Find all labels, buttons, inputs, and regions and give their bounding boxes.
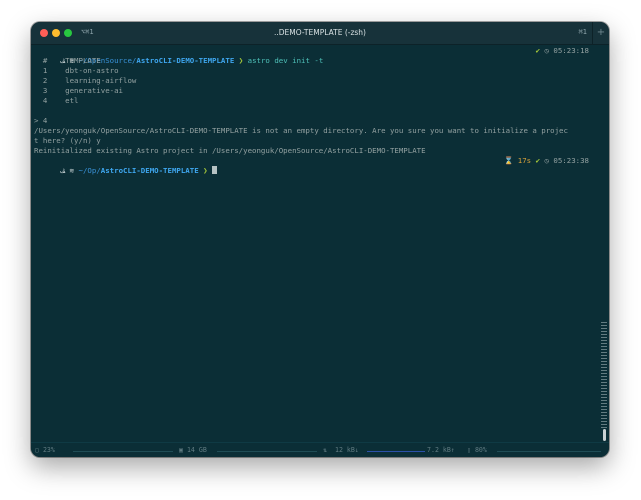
battery-bar: [497, 451, 601, 452]
cpu-bar: [73, 451, 173, 452]
new-tab-button[interactable]: +: [592, 22, 609, 44]
question-line-2: t here? (y/n) y: [34, 136, 101, 145]
network-out: 7.2 kB↑: [427, 446, 455, 454]
template-row: 4 etl: [34, 96, 79, 105]
title-bar: ⌥⌘1 ..DEMO-TEMPLATE (-zsh) ⌘1 +: [31, 22, 609, 45]
duration-icon: ⌛ 17s: [504, 156, 532, 165]
prompt-line-2: ﭫ ≋ ~/Op/AstroCLI-DEMO-TEMPLATE ❯ ⌛ 17s …: [34, 156, 601, 175]
right-prompt-2: ⌛ 17s ✔ ◷ 05:23:38: [504, 156, 589, 166]
battery-level: ▯ 80%: [467, 446, 487, 454]
memory-bar: [217, 451, 317, 452]
network-in: 12 kB↓: [335, 446, 359, 454]
success-icon: ✔: [535, 46, 541, 55]
prompt-line-1: ﭫ ≋ ~/OpenSource/AstroCLI-DEMO-TEMPLATE …: [34, 46, 601, 65]
terminal-window: ⌥⌘1 ..DEMO-TEMPLATE (-zsh) ⌘1 + ﭫ ≋ ~/Op…: [31, 22, 609, 457]
scrollbar-thumb[interactable]: [603, 429, 606, 441]
right-prompt-1: ✔ ◷ 05:23:18: [536, 46, 589, 56]
scrollbar-track[interactable]: [601, 322, 607, 442]
text-cursor: [212, 166, 218, 174]
prompt-time: ◷ 05:23:38: [544, 156, 590, 165]
network-icon: ⇅: [323, 446, 327, 454]
prompt-path-dir: AstroCLI-DEMO-TEMPLATE: [100, 166, 199, 175]
template-row: 2 learning-airflow: [34, 76, 137, 85]
template-row: 3 generative-ai: [34, 86, 123, 95]
template-row: 1 dbt-on-astro: [34, 66, 119, 75]
status-bar: ▢ 23% ▣ 14 GB ⇅ 12 kB↓ 7.2 kB↑ ▯ 80%: [31, 442, 609, 457]
prompt-arrow: ❯: [198, 166, 213, 175]
memory-usage: ▣ 14 GB: [179, 446, 207, 454]
result-line: Reinitialized existing Astro project in …: [34, 146, 426, 155]
prompt-path-prefix: ~/Op/: [78, 166, 101, 175]
prompt-icons: ﭫ ≋: [60, 166, 79, 175]
question-line-1: /Users/yeonguk/OpenSource/AstroCLI-DEMO-…: [34, 126, 568, 135]
success-icon: ✔: [535, 156, 541, 165]
network-bar: [367, 451, 425, 452]
selection-line: > 4: [34, 116, 48, 125]
table-header: # TEMPLATE: [34, 56, 101, 65]
window-title: ..DEMO-TEMPLATE (-zsh): [274, 28, 366, 37]
terminal-output[interactable]: ﭫ ≋ ~/OpenSource/AstroCLI-DEMO-TEMPLATE …: [31, 45, 609, 443]
prompt-time: ◷ 05:23:18: [544, 46, 590, 55]
tab-shortcut-right: ⌘1: [578, 28, 587, 36]
cpu-usage: ▢ 23%: [35, 446, 55, 454]
